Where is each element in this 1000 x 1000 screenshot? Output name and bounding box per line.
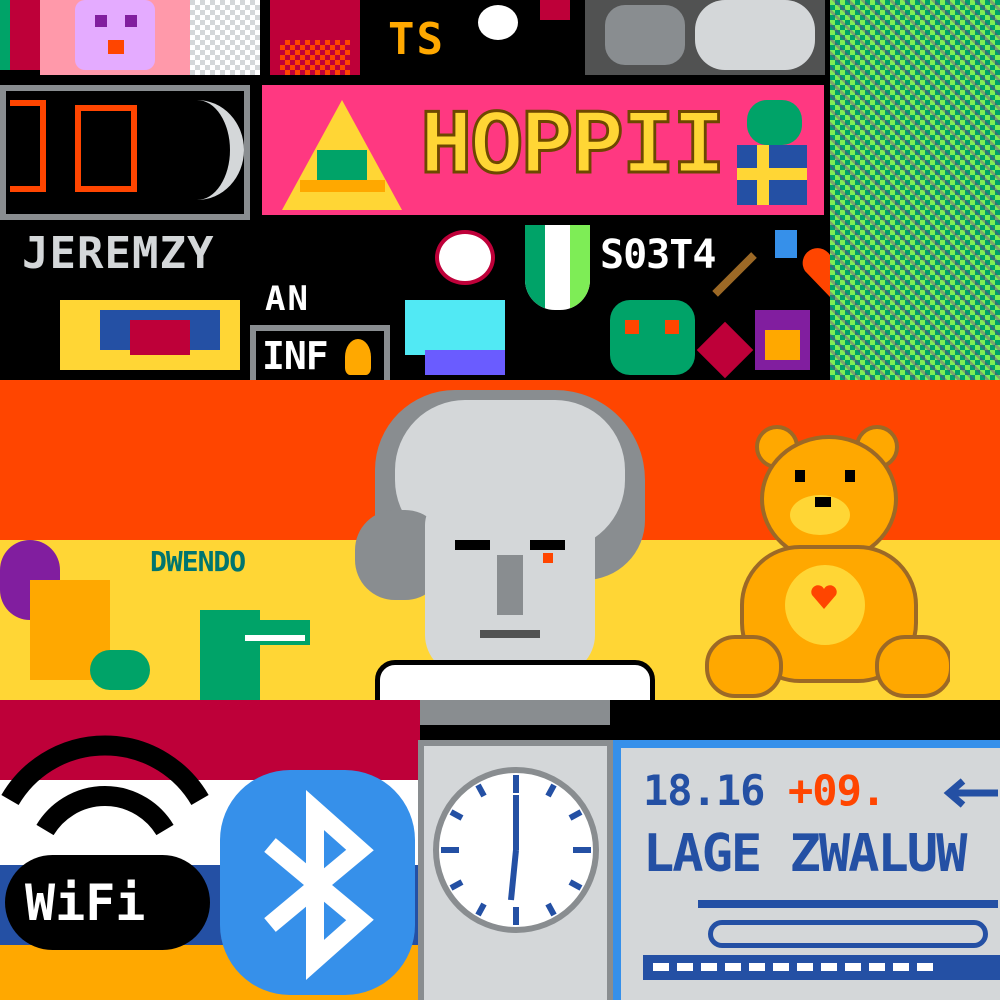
pink-face-art [40, 0, 190, 75]
checker-art [190, 0, 260, 75]
platform-strip [643, 955, 1000, 980]
bow-arrow-art [0, 80, 260, 220]
hoppii-banner: HOPPII [262, 80, 827, 220]
arrow-left-icon[interactable] [943, 778, 1000, 808]
swedish-flag-creature-icon [737, 100, 807, 210]
jeremzy-text: JEREMZY [22, 228, 215, 279]
left-creatures-art: DWENDO [0, 510, 370, 700]
inf-text: INF [262, 334, 329, 378]
tags-row: JEREMZY AN INF S03T4 [0, 220, 830, 380]
beethoven-bust [345, 380, 685, 725]
flame-icon [345, 339, 371, 375]
s03t4-text: S03T4 [600, 232, 716, 278]
red-heart-small [696, 321, 754, 379]
top-flag-art-2 [10, 0, 40, 70]
small-heart-art [540, 0, 570, 20]
top-strip: TS [0, 0, 830, 80]
crocodile-art [200, 590, 310, 700]
top-ts-text: TS [388, 14, 445, 65]
gray-creature-art [585, 0, 825, 75]
delay-text: +09. [788, 766, 886, 815]
train-carriages-icon [698, 900, 998, 950]
station-name: LAGE ZWALUW [643, 824, 967, 884]
beethoven-face [425, 495, 595, 675]
bear-heart-icon [810, 583, 838, 611]
train-board: 18.16 +09. LAGE ZWALUW [613, 740, 1000, 1000]
frog-knight-art [395, 230, 525, 375]
dwarf-art [60, 300, 240, 370]
inf-box: INF [250, 325, 390, 380]
shovel-icon [712, 230, 800, 300]
snowman-art [478, 5, 518, 40]
wifi-text: WiFi [25, 874, 146, 932]
clock-widget [418, 740, 613, 1000]
hoppii-title: HOPPII [419, 95, 727, 200]
teddy-bear [695, 395, 950, 700]
green-checker-pattern [830, 0, 1000, 380]
an-text: AN [265, 279, 310, 319]
green-bug-art [610, 300, 695, 375]
irish-shield-icon [525, 225, 590, 310]
wifi-icon [1, 735, 209, 836]
duende-text: DWENDO [150, 545, 246, 578]
pixel-canvas[interactable]: TS HOPPII JEREMZY AN INF S03T4 DWENDO Wi… [0, 0, 1000, 1000]
clock-icon [433, 767, 599, 933]
bluetooth-icon [264, 789, 374, 981]
departure-time: 18.16 [643, 766, 765, 815]
mario-art [270, 0, 360, 75]
heart-icon [800, 245, 830, 300]
bluetooth-logo [215, 770, 420, 1000]
purple-cat-art [755, 310, 810, 370]
wifi-logo: WiFi [0, 730, 215, 960]
